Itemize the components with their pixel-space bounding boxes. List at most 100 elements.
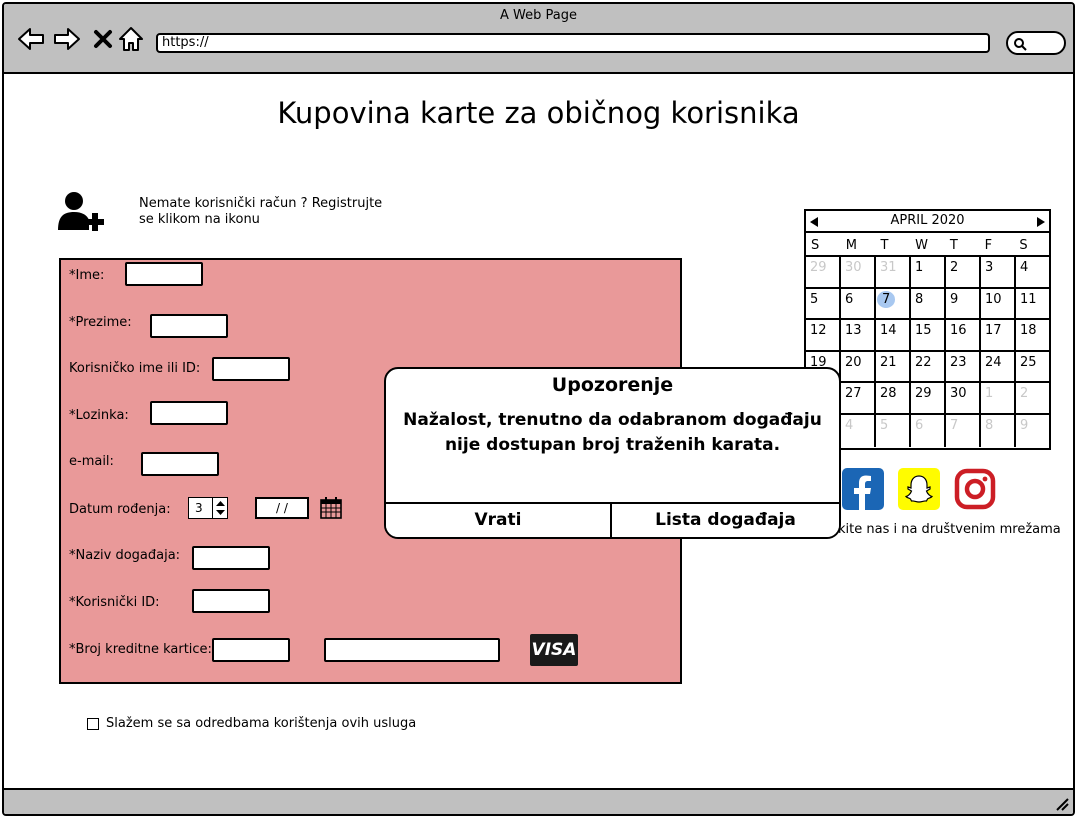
calendar-day[interactable]: 7 — [946, 414, 981, 447]
calendar-day[interactable]: 5 — [806, 288, 841, 321]
calendar-day[interactable]: 6 — [841, 288, 876, 321]
calendar-grid: SMTWTFS 29 30 31 1 2 3 4 5 6 7 8 9 10 11 12 13 14 15 16 17 1… — [806, 235, 1049, 447]
next-month-icon[interactable] — [1036, 216, 1046, 228]
calendar-day[interactable]: 15 — [911, 320, 946, 352]
kartica-input-2[interactable] — [324, 638, 500, 662]
terms-agreement[interactable]: Slažem se sa odredbama korištenja ovih u… — [87, 716, 416, 731]
calendar-day[interactable]: 24 — [981, 351, 1016, 384]
calendar-day[interactable]: 2 — [946, 257, 981, 289]
email-input[interactable] — [141, 452, 219, 476]
calendar-day[interactable]: 31 — [876, 257, 911, 289]
stop-icon[interactable] — [88, 26, 118, 52]
calendar-day[interactable]: 30 — [841, 257, 876, 289]
ime-label: *Ime: — [69, 268, 105, 283]
home-icon[interactable] — [116, 26, 146, 52]
calendar-day[interactable]: 1 — [911, 257, 946, 289]
status-bar — [4, 788, 1073, 814]
korisnicko-input[interactable] — [212, 357, 290, 381]
prezime-input[interactable] — [150, 314, 228, 338]
calendar-day[interactable]: 4 — [1016, 257, 1049, 289]
snapchat-icon[interactable] — [898, 468, 940, 514]
calendar-day-number: 24 — [985, 354, 1002, 370]
lozinka-input[interactable] — [150, 401, 228, 425]
event-list-button[interactable]: Lista događaja — [612, 504, 839, 537]
calendar-day-number: 30 — [845, 260, 862, 275]
calendar-day[interactable]: 3 — [981, 257, 1016, 289]
calendar-day-number: 10 — [985, 291, 1002, 307]
calendar-day[interactable]: 8 — [911, 288, 946, 321]
stepper-arrows-icon[interactable] — [212, 498, 227, 518]
calendar-day[interactable]: 6 — [911, 414, 946, 447]
calendar-month: APRIL 2020 — [890, 213, 965, 228]
dialog-message: Nažalost, trenutno da odabranom događaju… — [403, 410, 822, 455]
browser-window: A Web Page https:// Kupovina karte za ob… — [2, 2, 1075, 816]
dialog-title: Upozorenje — [551, 374, 674, 396]
calendar-day-number: 30 — [950, 386, 967, 402]
datum-date-input[interactable]: / / — [255, 497, 309, 519]
calendar-day[interactable]: 18 — [1016, 320, 1049, 352]
browser-search-field[interactable] — [1006, 31, 1066, 55]
calendar-day[interactable]: 9 — [1016, 415, 1049, 447]
ime-input[interactable] — [125, 262, 203, 286]
calendar-day[interactable]: 9 — [946, 288, 981, 321]
calendar-day-number: 2 — [950, 260, 959, 275]
naziv-input[interactable] — [192, 546, 270, 570]
calendar-day[interactable]: 22 — [911, 351, 946, 384]
terms-checkbox[interactable] — [87, 717, 99, 730]
calendar-day-number: 8 — [915, 291, 924, 307]
calendar-day[interactable]: 10 — [981, 288, 1016, 321]
calendar-day[interactable]: 12 — [806, 320, 841, 352]
calendar-day-number: 14 — [880, 323, 897, 339]
calendar-day[interactable]: 29 — [911, 383, 946, 415]
calendar-day-number: 21 — [880, 354, 897, 370]
url-bar[interactable]: https:// — [156, 33, 990, 53]
calendar-week: 262728293012 — [806, 383, 1049, 415]
calendar-day[interactable]: 30 — [946, 383, 981, 415]
calendar-day[interactable]: 11 — [1016, 289, 1049, 321]
korisnicki-id-input[interactable] — [192, 589, 270, 613]
calendar-day[interactable]: 23 — [946, 351, 981, 384]
calendar-day[interactable]: 14 — [876, 320, 911, 352]
calendar-day[interactable]: 8 — [981, 414, 1016, 447]
calendar-day-number: 25 — [1020, 354, 1037, 370]
calendar-day[interactable]: 29 — [806, 257, 841, 289]
calendar-day[interactable]: 2 — [1016, 383, 1049, 415]
social-caption: kite nas i na društvenim mrežama — [838, 522, 1061, 537]
datum-stepper[interactable]: 3 — [188, 497, 228, 519]
calendar-day[interactable]: 1 — [981, 383, 1016, 415]
calendar-day[interactable]: 28 — [876, 383, 911, 415]
calendar-day[interactable]: 13 — [841, 320, 876, 352]
calendar-day-number: 29 — [810, 260, 827, 275]
weekday-label: T — [949, 238, 958, 253]
calendar-day-today[interactable]: 7 — [876, 288, 911, 321]
calendar-day-number: 22 — [915, 354, 932, 370]
weekday-label: S — [811, 238, 820, 253]
instagram-icon[interactable] — [954, 468, 996, 514]
weekday-label: M — [845, 238, 857, 253]
calendar-day[interactable]: 20 — [841, 351, 876, 384]
calendar-day[interactable]: 16 — [946, 320, 981, 352]
weekday-label: F — [984, 238, 993, 253]
calendar-day-number: 5 — [810, 291, 819, 307]
calendar-day[interactable]: 21 — [876, 351, 911, 384]
prev-month-icon[interactable] — [809, 216, 819, 228]
add-user-icon[interactable] — [56, 190, 110, 236]
calendar-day-number: 8 — [985, 417, 994, 433]
weekday-row: SMTWTFS — [806, 235, 1049, 257]
calendar-day-number: 1 — [985, 386, 994, 402]
calendar-day[interactable]: 25 — [1016, 352, 1049, 384]
calendar-day[interactable]: 17 — [981, 320, 1016, 352]
resize-handle-icon[interactable] — [1053, 795, 1069, 811]
calendar-icon[interactable] — [319, 496, 343, 524]
calendar-day-number: 18 — [1020, 323, 1037, 339]
forward-icon[interactable] — [52, 26, 82, 52]
prezime-label: *Prezime: — [69, 315, 132, 330]
back-icon[interactable] — [16, 26, 46, 52]
calendar-week: 3456789 — [806, 414, 1049, 447]
kartica-input-1[interactable] — [212, 638, 290, 662]
calendar-day[interactable]: 27 — [841, 383, 876, 415]
back-button[interactable]: Vrati — [386, 504, 612, 537]
calendar-day[interactable]: 4 — [841, 414, 876, 447]
facebook-icon[interactable] — [842, 468, 884, 514]
calendar-day[interactable]: 5 — [876, 414, 911, 447]
